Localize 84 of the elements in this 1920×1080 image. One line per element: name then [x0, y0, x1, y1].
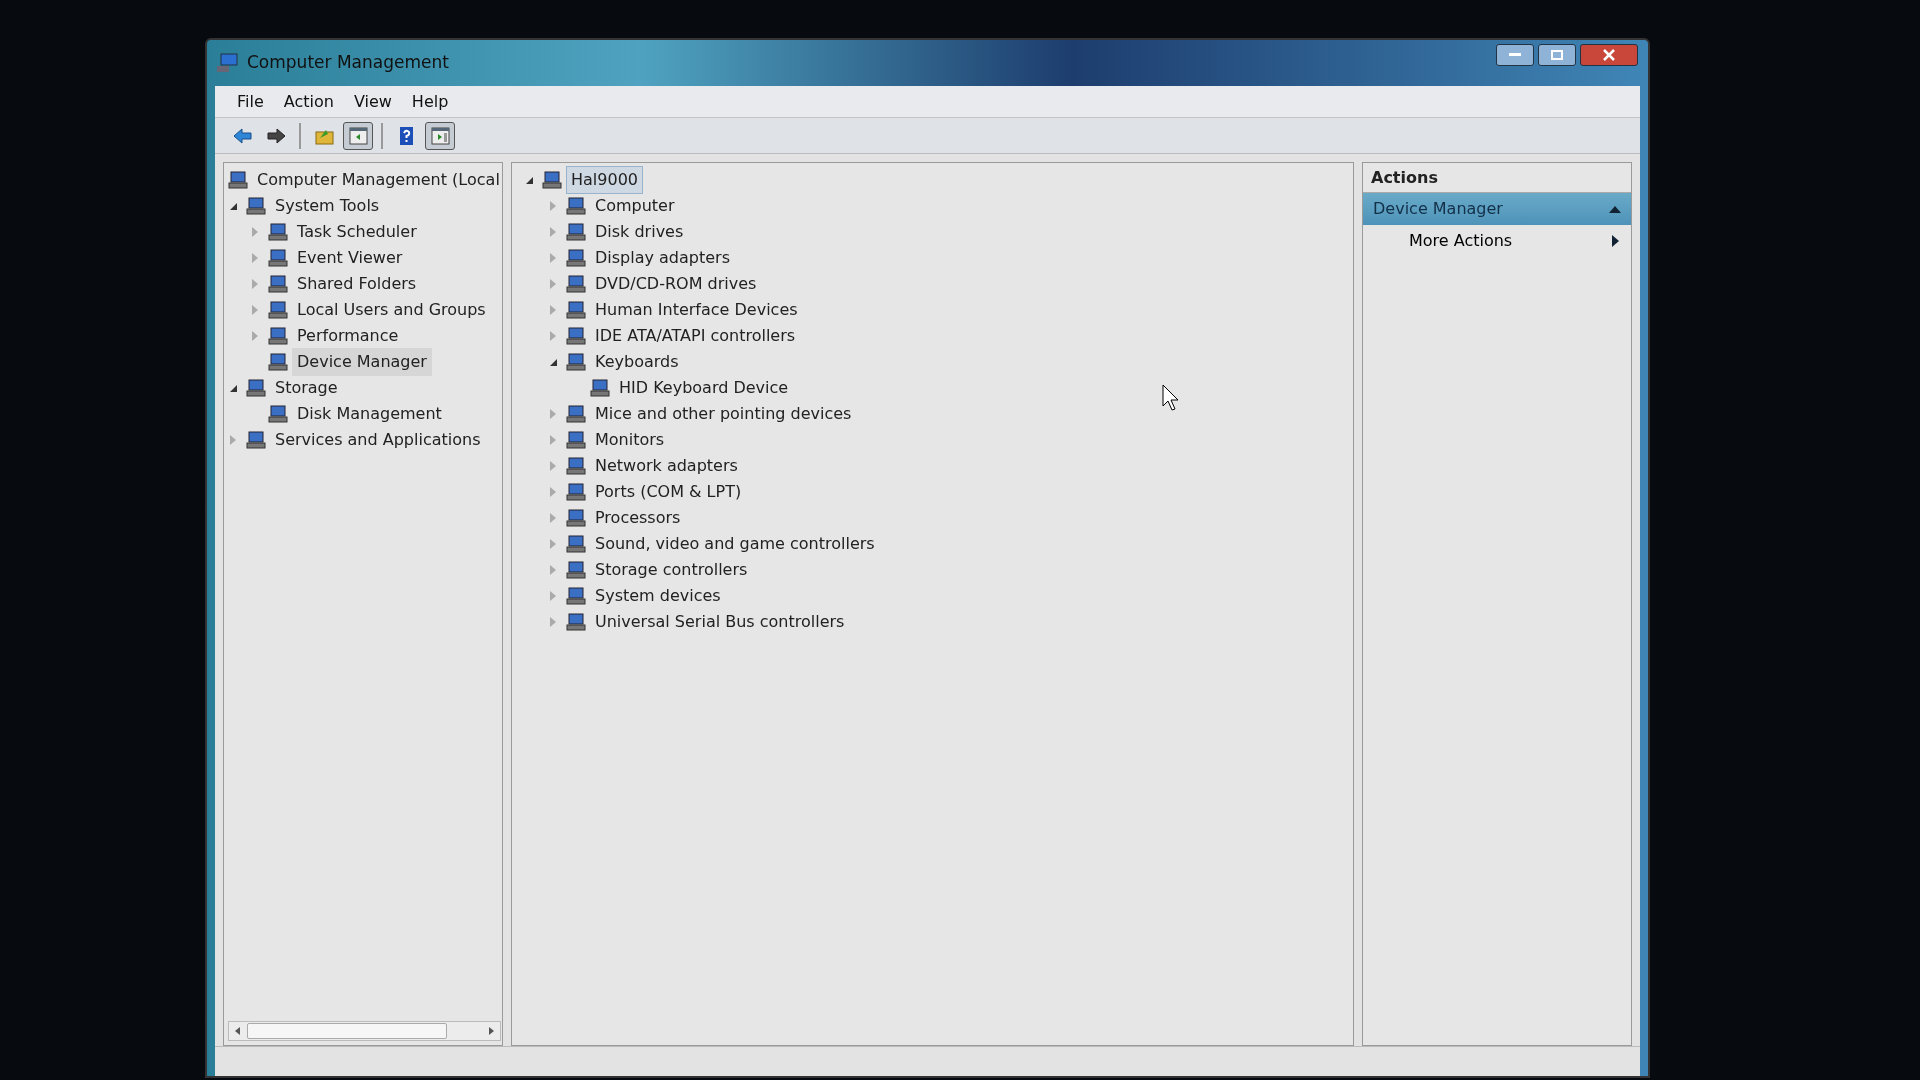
tree-item[interactable]: Hal9000: [566, 166, 643, 194]
device-icon: [268, 223, 288, 241]
toolbar-button[interactable]: [343, 121, 373, 150]
action-item[interactable]: More Actions: [1363, 225, 1631, 257]
device-icon: [566, 249, 586, 267]
menu-item[interactable]: File: [227, 89, 274, 114]
device-icon: [566, 613, 586, 631]
device-icon: [268, 353, 288, 371]
device-icon: [566, 327, 586, 345]
tree-item[interactable]: Display adapters: [590, 244, 735, 272]
tree-item[interactable]: Shared Folders: [292, 270, 422, 298]
device-icon: [246, 431, 266, 449]
device-icon: [268, 249, 288, 267]
device-icon: [268, 327, 288, 345]
device-icon: [228, 171, 248, 189]
tree-item[interactable]: System devices: [590, 582, 726, 610]
device-icon: [566, 197, 586, 215]
tree-item[interactable]: Disk drives: [590, 218, 689, 246]
tree-item[interactable]: Services and Applications: [270, 426, 486, 454]
device-icon: [246, 379, 266, 397]
device-icon: [566, 353, 586, 371]
device-icon: [566, 301, 586, 319]
tree-item[interactable]: Local Users and Groups: [292, 296, 491, 324]
window-pane-icon: [347, 125, 369, 146]
scroll-left-icon: [233, 1026, 243, 1036]
device-icon: [566, 587, 586, 605]
device-icon: [542, 171, 562, 189]
forward-arrow-icon: [265, 125, 287, 146]
device-icon: [566, 405, 586, 423]
tree-item[interactable]: System Tools: [270, 192, 385, 220]
tree-item[interactable]: Monitors: [590, 426, 670, 454]
maximize-icon: [1551, 50, 1563, 60]
tree-item[interactable]: IDE ATA/ATAPI controllers: [590, 322, 801, 350]
tree-item[interactable]: Sound, video and game controllers: [590, 530, 880, 558]
tree-item[interactable]: Ports (COM & LPT): [590, 478, 747, 506]
device-icon: [590, 379, 610, 397]
tree-item[interactable]: Computer: [590, 192, 680, 220]
action-label: More Actions: [1409, 230, 1513, 252]
minimize-icon: [1509, 53, 1521, 57]
window-title: Computer Management: [247, 51, 449, 75]
tree-item[interactable]: Human Interface Devices: [590, 296, 803, 324]
device-icon: [268, 275, 288, 293]
menu-item[interactable]: Help: [401, 89, 459, 114]
tree-item[interactable]: Processors: [590, 504, 686, 532]
tree-item[interactable]: Storage: [270, 374, 343, 402]
device-icon: [566, 457, 586, 475]
device-icon: [268, 405, 288, 423]
tree-item[interactable]: Event Viewer: [292, 244, 408, 272]
tree-item[interactable]: Task Scheduler: [292, 218, 422, 246]
horizontal-scrollbar[interactable]: [228, 1021, 501, 1041]
window-pane-icon: [429, 125, 451, 146]
device-icon: [566, 535, 586, 553]
submenu-arrow-icon: [1612, 235, 1619, 247]
tree-item[interactable]: Storage controllers: [590, 556, 753, 584]
close-button[interactable]: [1580, 44, 1638, 66]
tree-item[interactable]: Device Manager: [292, 348, 432, 376]
device-icon: [566, 509, 586, 527]
tree-item[interactable]: Mice and other pointing devices: [590, 400, 857, 428]
action-section-header[interactable]: Device Manager: [1363, 193, 1631, 225]
mouse-pointer-icon: [1162, 384, 1180, 412]
device-icon: [566, 223, 586, 241]
device-icon: [246, 197, 266, 215]
back-arrow-icon: [231, 125, 253, 146]
device-icon: [566, 483, 586, 501]
device-icon: [566, 275, 586, 293]
close-icon: [1603, 49, 1615, 61]
tree-item[interactable]: DVD/CD-ROM drives: [590, 270, 762, 298]
menu-item[interactable]: Action: [273, 89, 344, 114]
device-icon: [566, 431, 586, 449]
tree-item[interactable]: Disk Management: [292, 400, 447, 428]
section-title: Device Manager: [1373, 198, 1503, 220]
tree-item[interactable]: Network adapters: [590, 452, 743, 480]
minimize-button[interactable]: [1496, 44, 1534, 66]
tree-item[interactable]: Keyboards: [590, 348, 684, 376]
toolbar-button[interactable]: [425, 121, 455, 150]
tree-item[interactable]: Universal Serial Bus controllers: [590, 608, 850, 636]
tree-item[interactable]: Performance: [292, 322, 404, 350]
device-icon: [566, 561, 586, 579]
tree-item[interactable]: HID Keyboard Device: [614, 374, 794, 402]
device-icon: [268, 301, 288, 319]
computer-icon: [217, 53, 239, 73]
tree-item[interactable]: Computer Management (Local: [252, 166, 505, 194]
maximize-button[interactable]: [1538, 44, 1576, 66]
menu-item[interactable]: View: [343, 89, 402, 114]
